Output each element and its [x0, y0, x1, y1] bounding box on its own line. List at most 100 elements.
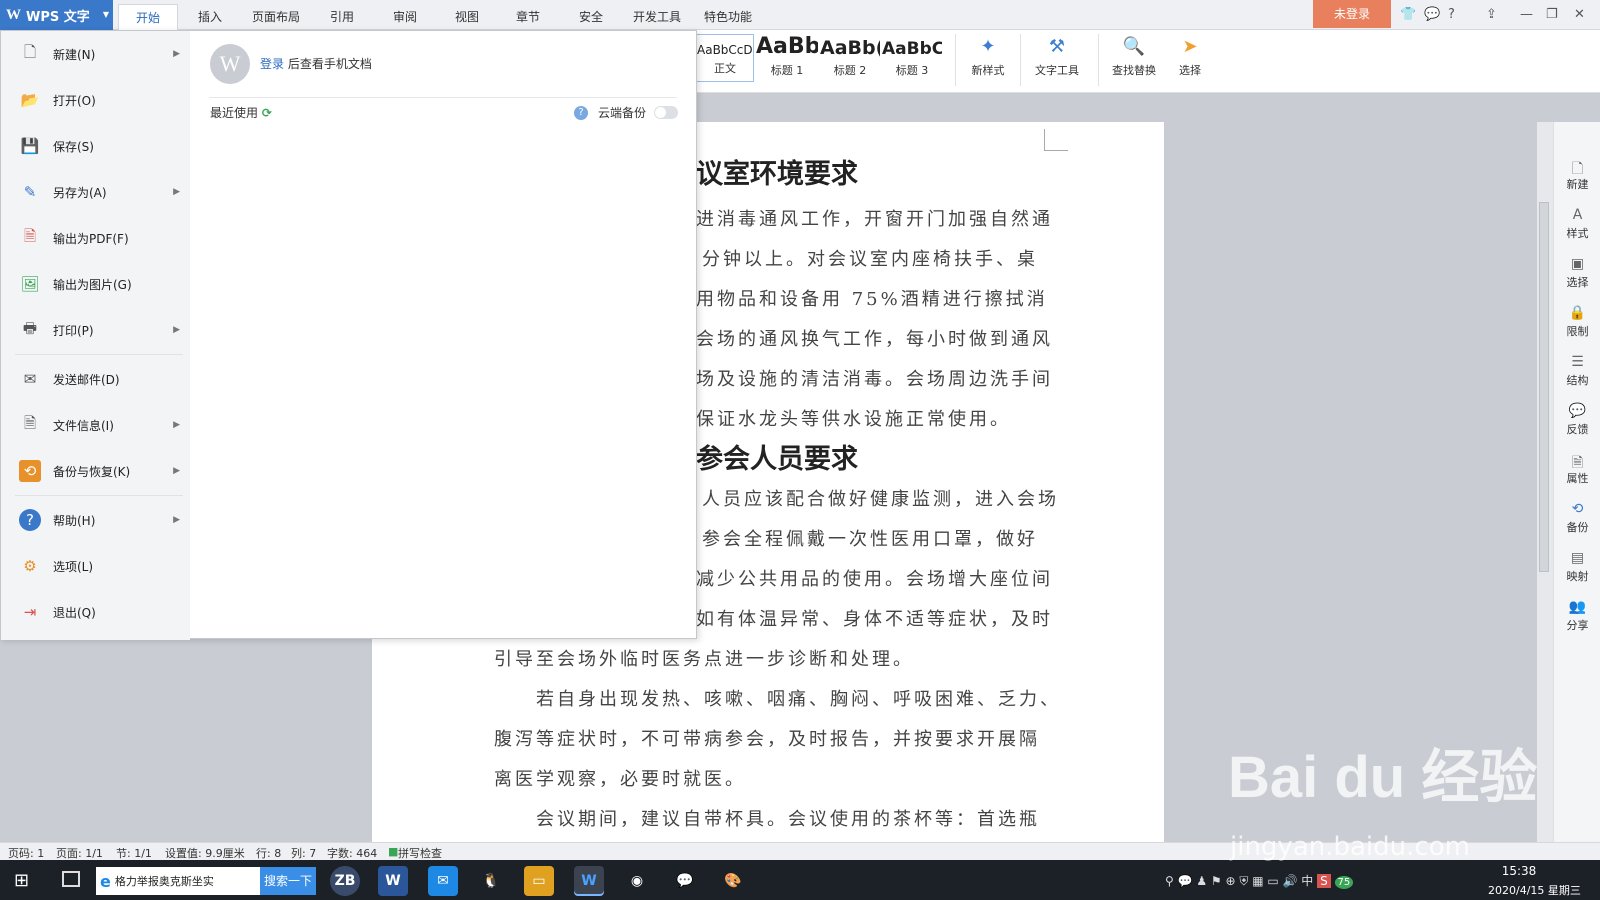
- tab-insert[interactable]: 插入: [198, 8, 222, 25]
- gear-icon: ⚙: [23, 557, 37, 575]
- tab-view[interactable]: 视图: [455, 8, 479, 25]
- select-icon: ▣: [1570, 256, 1585, 272]
- file-menu-help[interactable]: ? 帮助(H) ▶: [1, 500, 190, 540]
- tab-page-layout[interactable]: 页面布局: [252, 8, 300, 25]
- chevron-down-icon: ▼: [102, 10, 109, 19]
- taskbar-search-input[interactable]: e 格力举报奥克斯坐实: [96, 867, 260, 895]
- sidebar-item-restrict[interactable]: 🔒 限制: [1554, 305, 1600, 339]
- doc-line: 人员应该配合做好健康监测，进入会场: [702, 489, 1059, 510]
- status-pages[interactable]: 页面: 1/1: [56, 845, 103, 861]
- sidebar-item-share[interactable]: 👥 分享: [1554, 599, 1600, 633]
- sidebar-item-structure[interactable]: ☰ 结构: [1554, 354, 1600, 388]
- tab-start[interactable]: 开始: [118, 4, 179, 30]
- exit-icon: ⇥: [23, 603, 37, 621]
- vertical-scrollbar[interactable]: [1537, 122, 1553, 842]
- wps-writer-app-icon[interactable]: W: [574, 866, 604, 896]
- upload-icon[interactable]: ⇪: [1486, 7, 1497, 22]
- zb-app-icon[interactable]: ZB: [330, 866, 360, 896]
- tab-review[interactable]: 审阅: [393, 8, 417, 25]
- wechat-app-icon[interactable]: 💬: [670, 866, 700, 896]
- doc-line: 如有体温异常、身体不适等症状，及时: [696, 609, 1053, 630]
- file-menu-save-as[interactable]: ✎ 另存为(A) ▶: [1, 172, 190, 212]
- status-word-count[interactable]: 字数: 464: [327, 845, 377, 861]
- style-heading-1[interactable]: AaBb 标题 1: [756, 34, 818, 82]
- sidebar-item-feedback[interactable]: 💬 反馈: [1554, 403, 1600, 437]
- file-menu-export-pdf[interactable]: 🗎 输出为PDF(F): [1, 218, 190, 258]
- tab-chapter[interactable]: 章节: [516, 8, 540, 25]
- login-button[interactable]: 未登录: [1313, 0, 1391, 28]
- qq-app-icon[interactable]: 🐧: [476, 866, 506, 896]
- file-info-icon: 🗎: [23, 413, 37, 432]
- file-menu-export-image[interactable]: 🖼 输出为图片(G): [1, 264, 190, 304]
- file-menu-open[interactable]: 📂 打开(O): [1, 80, 190, 120]
- system-tray[interactable]: ⚲ 💬 ♟ ⚑ ⊕ ⛨ ▦ ▭ 🔊 中 S 75: [1165, 872, 1354, 889]
- style-heading-3[interactable]: AaBbC 标题 3: [882, 34, 942, 82]
- browser-app-icon[interactable]: ◉: [622, 866, 652, 896]
- paint-app-icon[interactable]: 🎨: [718, 866, 748, 896]
- tab-developer[interactable]: 开发工具: [633, 8, 681, 25]
- new-style-icon: ✦: [980, 36, 996, 57]
- windows-start-icon[interactable]: ⊞: [14, 870, 29, 891]
- doc-line: 场及设施的清洁消毒。会场周边洗手间: [696, 369, 1053, 390]
- ie-icon: e: [100, 871, 111, 891]
- restore-icon[interactable]: ❐: [1546, 7, 1558, 22]
- ribbon-separator: [955, 34, 956, 86]
- sidebar-item-mapping[interactable]: ▤ 映射: [1554, 550, 1600, 584]
- shirt-icon[interactable]: 👕: [1400, 7, 1416, 22]
- help-icon[interactable]: ?: [1448, 7, 1455, 22]
- file-menu-backup[interactable]: ⟲ 备份与恢复(K) ▶: [1, 451, 190, 491]
- select-button[interactable]: ➤ 选择: [1170, 36, 1210, 78]
- status-page-code[interactable]: 页码: 1: [8, 845, 44, 861]
- status-spellcheck[interactable]: 拼写检查: [398, 845, 442, 861]
- file-menu-save[interactable]: 💾 保存(S): [1, 126, 190, 166]
- sidebar-item-new[interactable]: 🗋 新建: [1554, 158, 1600, 192]
- file-menu-new[interactable]: 🗋 新建(N) ▶: [1, 34, 190, 74]
- new-style-button[interactable]: ✦ 新样式: [962, 36, 1014, 78]
- sidebar-item-style[interactable]: A 样式: [1554, 207, 1600, 241]
- menu-divider: [15, 495, 183, 496]
- chat-icon[interactable]: 💬: [1424, 7, 1440, 22]
- tab-references[interactable]: 引用: [330, 8, 354, 25]
- word-app-icon[interactable]: W: [378, 866, 408, 896]
- question-icon[interactable]: ?: [574, 105, 588, 120]
- file-menu-print[interactable]: 🖶 打印(P) ▶: [1, 310, 190, 350]
- sidebar-item-properties[interactable]: 🗎 属性: [1554, 452, 1600, 486]
- text-tools-button[interactable]: ⚒ 文字工具: [1027, 36, 1087, 78]
- clock-date[interactable]: 2020/4/15 星期三: [1488, 882, 1581, 898]
- save-as-icon: ✎: [23, 183, 37, 201]
- doc-line: 进消毒通风工作，开窗开门加强自然通: [696, 209, 1053, 230]
- close-icon[interactable]: ✕: [1574, 7, 1585, 22]
- style-normal[interactable]: AaBbCcDd 正文: [696, 34, 754, 82]
- menu-bar: W WPS 文字 ▼ 开始 插入 页面布局 引用 审阅 视图 章节 安全 开发工…: [0, 0, 1600, 30]
- task-view-icon[interactable]: [62, 871, 80, 887]
- minimize-icon[interactable]: —: [1520, 7, 1533, 22]
- app-menu-button[interactable]: W WPS 文字 ▼: [0, 0, 113, 30]
- doc-heading: 议室环境要求: [696, 159, 858, 190]
- taskbar-search-button[interactable]: 搜索一下: [260, 867, 316, 895]
- file-menu-options[interactable]: ⚙ 选项(L): [1, 546, 190, 586]
- sidebar-item-backup[interactable]: ⟲ 备份: [1554, 501, 1600, 535]
- file-menu-send-mail[interactable]: ✉ 发送邮件(D): [1, 359, 190, 399]
- find-replace-button[interactable]: 🔍 查找替换: [1104, 36, 1164, 78]
- login-link[interactable]: 登录: [260, 57, 284, 71]
- scrollbar-thumb[interactable]: [1539, 202, 1549, 572]
- file-explorer-icon[interactable]: ▭: [524, 866, 554, 896]
- file-menu-file-info[interactable]: 🗎 文件信息(I) ▶: [1, 405, 190, 445]
- sidebar-item-select[interactable]: ▣ 选择: [1554, 256, 1600, 290]
- refresh-icon[interactable]: ⟳: [262, 106, 272, 120]
- cloud-backup-toggle[interactable]: [654, 106, 679, 119]
- chevron-right-icon: ▶: [173, 420, 180, 430]
- status-row: 行: 8: [256, 847, 282, 860]
- tab-features[interactable]: 特色功能: [704, 8, 752, 25]
- security-badge: 75: [1334, 876, 1354, 889]
- help-icon: ?: [19, 509, 41, 531]
- file-menu-exit[interactable]: ⇥ 退出(Q): [1, 592, 190, 632]
- style-heading-2[interactable]: AaBb( 标题 2: [820, 34, 880, 82]
- login-hint: 后查看手机文档: [287, 57, 372, 71]
- mail-app-icon[interactable]: ✉: [428, 866, 458, 896]
- recent-files-header: 最近使用 ⟳: [210, 106, 272, 120]
- clock-time[interactable]: 15:38: [1489, 864, 1549, 878]
- tab-security[interactable]: 安全: [579, 8, 603, 25]
- text-tools-icon: ⚒: [1048, 36, 1066, 57]
- avatar[interactable]: W: [210, 44, 250, 84]
